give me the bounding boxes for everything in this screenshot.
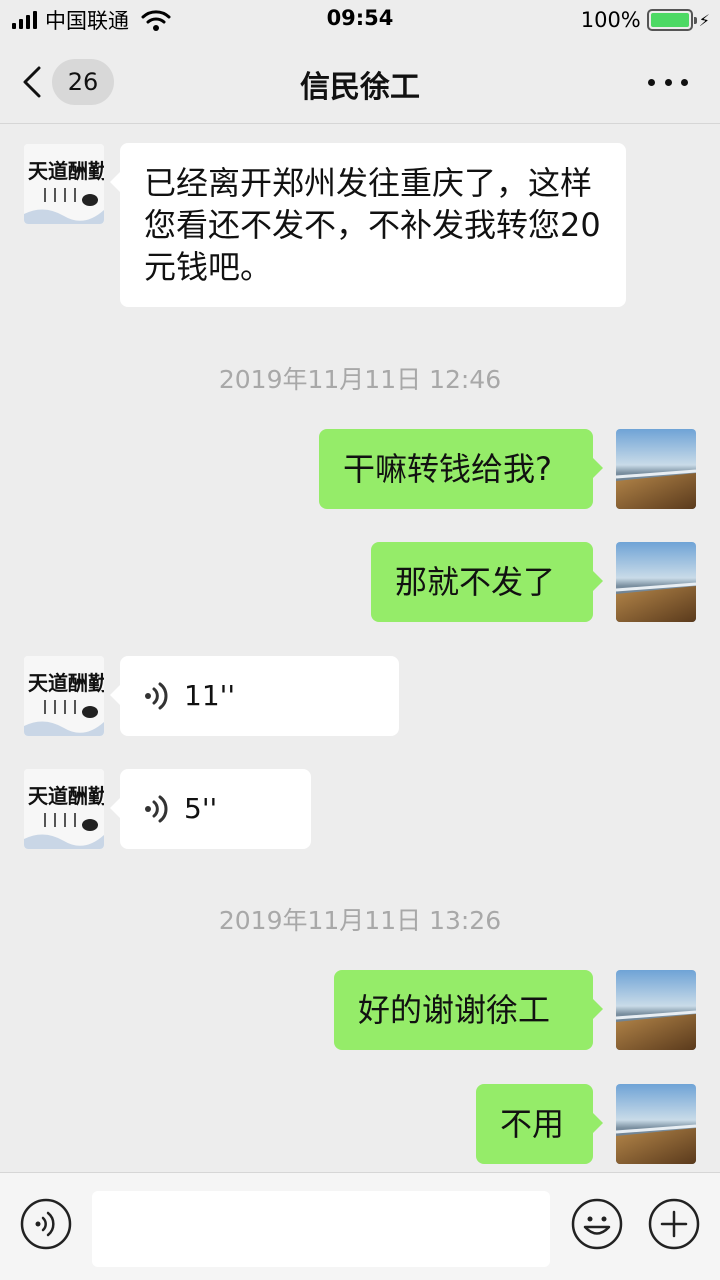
chevron-left-icon xyxy=(23,66,41,98)
message-timestamp: 2019年11月11日 12:46 xyxy=(218,365,502,394)
voice-wave-icon xyxy=(145,795,168,823)
message-text: 已经离开郑州发往重庆了，这样您看还不发不，不补发我转您20元钱吧。 xyxy=(144,164,601,286)
message-timestamp: 2019年11月11日 13:26 xyxy=(218,906,502,935)
voice-duration: 5'' xyxy=(184,792,218,825)
message-input-bar xyxy=(0,1172,720,1280)
outgoing-message-bubble[interactable]: 那就不发了 xyxy=(371,542,603,622)
emoji-icon[interactable] xyxy=(571,1198,623,1250)
landscape-avatar-icon xyxy=(616,1084,696,1164)
battery-icon xyxy=(646,9,697,31)
calligraphy-avatar-icon: 天道酬勤 xyxy=(24,769,104,849)
self-avatar[interactable] xyxy=(616,542,696,622)
nav-bar: 26 信民徐工 xyxy=(0,40,720,124)
landscape-avatar-icon xyxy=(616,542,696,622)
outgoing-message-bubble[interactable]: 干嘛转钱给我? xyxy=(319,429,603,509)
message-input[interactable] xyxy=(92,1191,550,1267)
contact-avatar[interactable]: 天道酬勤 xyxy=(24,656,104,736)
more-options-button[interactable] xyxy=(648,70,688,94)
message-text: 不用 xyxy=(500,1105,565,1143)
calligraphy-avatar-icon: 天道酬勤 xyxy=(24,144,104,224)
unread-count-badge: 26 xyxy=(52,59,114,105)
contact-avatar[interactable]: 天道酬勤 xyxy=(24,769,104,849)
landscape-avatar-icon xyxy=(616,429,696,509)
contact-avatar[interactable]: 天道酬勤 xyxy=(24,144,104,224)
charging-icon: ⚡ xyxy=(698,10,710,30)
calligraphy-avatar-icon: 天道酬勤 xyxy=(24,656,104,736)
voice-message-bubble[interactable]: 11'' xyxy=(110,656,399,736)
outgoing-message-bubble[interactable]: 不用 xyxy=(476,1084,603,1164)
voice-message-bubble[interactable]: 5'' xyxy=(110,769,311,849)
plus-icon[interactable] xyxy=(648,1198,700,1250)
message-text: 好的谢谢徐工 xyxy=(358,991,551,1029)
voice-wave-icon xyxy=(145,682,168,710)
chat-title: 信民徐工 xyxy=(300,70,420,105)
message-text: 干嘛转钱给我? xyxy=(343,450,552,488)
battery-percentage: 100% xyxy=(580,8,641,32)
voice-mode-icon[interactable] xyxy=(20,1198,72,1250)
calligraphy-text: 天道酬勤 xyxy=(28,159,104,183)
self-avatar[interactable] xyxy=(616,970,696,1050)
incoming-message-bubble[interactable]: 已经离开郑州发往重庆了，这样您看还不发不，不补发我转您20元钱吧。 xyxy=(110,143,626,307)
back-button[interactable]: 26 xyxy=(22,57,132,107)
calligraphy-text: 天道酬勤 xyxy=(28,784,104,808)
message-text: 那就不发了 xyxy=(395,563,556,601)
landscape-avatar-icon xyxy=(616,970,696,1050)
self-avatar[interactable] xyxy=(616,429,696,509)
status-bar: 中国联通 09:54 100% ⚡ xyxy=(0,0,720,40)
voice-duration: 11'' xyxy=(184,679,236,712)
calligraphy-text: 天道酬勤 xyxy=(28,671,104,695)
outgoing-message-bubble[interactable]: 好的谢谢徐工 xyxy=(334,970,603,1050)
self-avatar[interactable] xyxy=(616,1084,696,1164)
